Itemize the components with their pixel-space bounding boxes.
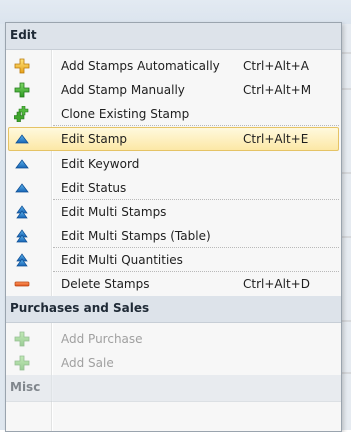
menu-item-edit-keyword[interactable]: Edit Keyword [8,152,339,176]
menu-item-label: Clone Existing Stamp [61,107,190,121]
menu-item-add-sale[interactable]: Add Sale [8,351,339,375]
menu-item-shortcut: Ctrl+Alt+E [243,132,309,146]
edit-dropdown-menu: Edit Add Stamps Automatically Ctrl+Alt+A [5,22,342,432]
toolbar-strip [0,0,351,24]
menu-item-label: Edit Multi Stamps [61,205,167,219]
menu-item-label: Edit Status [61,181,127,195]
menu-item-label: Edit Multi Stamps (Table) [61,229,211,243]
menu-item-label: Edit Stamp [61,132,128,146]
menu-item-shortcut: Ctrl+Alt+A [243,59,309,73]
menu-item-shortcut: Ctrl+Alt+D [243,277,310,291]
plus-yellow-icon [14,58,30,74]
menu-item-add-purchase[interactable]: Add Purchase [8,327,339,351]
plus-green-icon [14,331,30,347]
menu-item-delete-stamps[interactable]: Delete Stamps Ctrl+Alt+D [8,272,339,296]
section-header-misc: Misc [6,375,341,402]
menu-item-add-stamps-automatically[interactable]: Add Stamps Automatically Ctrl+Alt+A [8,54,339,78]
menu-item-edit-status[interactable]: Edit Status [8,176,339,200]
clone-plus-icon [14,106,29,122]
menu-item-edit-multi-stamps-table[interactable]: Edit Multi Stamps (Table) [8,224,339,248]
menu-item-clone-existing-stamp[interactable]: Clone Existing Stamp [8,102,339,126]
minus-orange-icon [14,281,30,287]
edit-multi-icon [16,253,28,267]
menu-item-label: Add Purchase [61,332,143,346]
menu-item-label: Delete Stamps [61,277,150,291]
section-title: Misc [10,380,41,394]
menu-item-edit-stamp[interactable]: Edit Stamp Ctrl+Alt+E [8,127,339,151]
menu-item-label: Add Stamp Manually [61,83,185,97]
section-header-purchases-and-sales: Purchases and Sales [6,296,341,323]
edit-multi-icon [16,229,28,243]
menu-item-label: Edit Multi Quantities [61,253,183,267]
section-header-edit: Edit [6,23,341,50]
menu-item-add-stamp-manually[interactable]: Add Stamp Manually Ctrl+Alt+M [8,78,339,102]
menu-item-edit-multi-quantities[interactable]: Edit Multi Quantities [8,248,339,272]
edit-blue-icon [15,183,29,193]
section-title: Edit [10,28,37,42]
menu-item-shortcut: Ctrl+Alt+M [243,83,312,97]
menu-item-label: Add Sale [61,356,114,370]
menu-item-edit-multi-stamps[interactable]: Edit Multi Stamps [8,200,339,224]
edit-blue-icon [15,134,29,144]
section-title: Purchases and Sales [10,301,150,315]
edit-blue-icon [15,159,29,169]
edit-multi-icon [16,205,28,219]
menu-item-label: Add Stamps Automatically [61,59,220,73]
plus-green-icon [14,82,30,98]
menu-item-label: Edit Keyword [61,157,140,171]
plus-green-icon [14,355,30,371]
